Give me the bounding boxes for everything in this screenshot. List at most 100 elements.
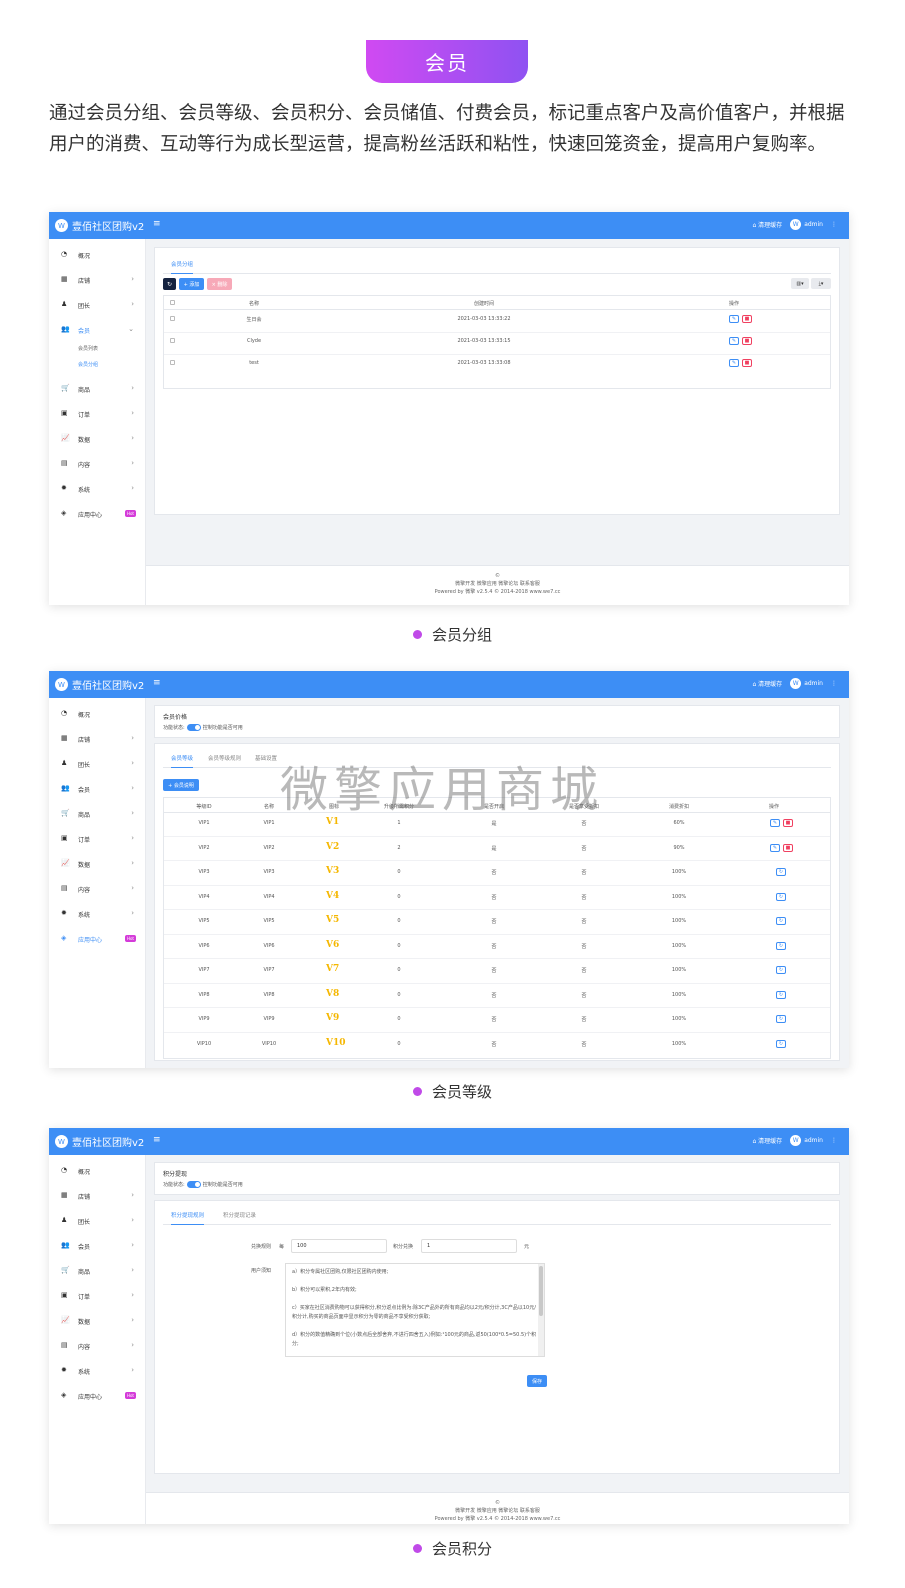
order-icon: ▣	[61, 1291, 68, 1299]
edit-icon[interactable]: ✎	[729, 337, 739, 345]
row-checkbox[interactable]	[170, 338, 175, 343]
level-open: 否	[491, 943, 497, 950]
sidebar-item[interactable]: ◔ 概况	[49, 246, 146, 266]
sidebar-item[interactable]: ▤ 内容 ›	[49, 880, 146, 900]
refresh-icon[interactable]: ↻	[776, 1015, 786, 1023]
more-icon[interactable]: ⋮	[831, 221, 837, 228]
sidebar-item[interactable]: 🛒 商品 ›	[49, 1262, 146, 1282]
hot-badge: Hot	[124, 510, 136, 517]
sidebar-item[interactable]: ♟ 团长 ›	[49, 296, 146, 316]
sidebar-item[interactable]: ▣ 订单 ›	[49, 1287, 146, 1307]
menu-toggle-icon[interactable]: ≡	[153, 219, 161, 229]
col-created: 创建时间	[473, 301, 494, 307]
tab-withdraw-records[interactable]: 积分提现记录	[223, 1211, 256, 1219]
clear-cache-button[interactable]: ⌂ 清理缓存	[752, 1136, 782, 1145]
sidebar-item[interactable]: ◈ 应用中心 Hot	[49, 930, 146, 950]
refresh-icon[interactable]: ↻	[776, 868, 786, 876]
tab-member-groups[interactable]: 会员分组	[171, 260, 194, 274]
admin-menu[interactable]: Wadmin	[790, 219, 823, 230]
refresh-icon[interactable]: ↻	[776, 990, 786, 999]
sidebar-item[interactable]: ▣ 订单 ›	[49, 405, 146, 425]
more-icon[interactable]: ⋮	[831, 1137, 837, 1144]
refresh-icon[interactable]: ↻	[776, 966, 786, 974]
sidebar-item[interactable]: ✹ 系统 ›	[49, 1362, 146, 1382]
clear-cache-button[interactable]: ⌂ 清理缓存	[752, 679, 782, 688]
refresh-icon[interactable]: ↻	[776, 941, 786, 950]
columns-toggle-icon[interactable]: ▥▾	[791, 278, 809, 289]
edit-icon[interactable]: ✎	[770, 843, 780, 852]
delete-icon[interactable]: ■	[783, 843, 793, 852]
sidebar-item-label: 商品	[78, 387, 91, 394]
sidebar-item[interactable]: 📈 数据 ›	[49, 430, 146, 450]
level-rate: 100%	[671, 869, 687, 875]
delete-icon[interactable]: ■	[742, 359, 752, 367]
sidebar-item[interactable]: 📈 数据 ›	[49, 1312, 146, 1332]
sidebar-item[interactable]: ◈ 应用中心 Hot	[49, 1387, 146, 1407]
sidebar-item[interactable]: ▦ 店铺 ›	[49, 271, 146, 291]
sidebar-item[interactable]: ◈ 应用中心 Hot	[49, 505, 146, 525]
status-toggle[interactable]	[186, 724, 201, 731]
sidebar-item[interactable]: ♟ 团长 ›	[49, 1212, 146, 1232]
delete-icon[interactable]: ■	[742, 337, 752, 345]
sidebar-subitem[interactable]: 会员列表	[78, 345, 98, 352]
sidebar-item[interactable]: 🛒 商品 ›	[49, 805, 146, 825]
sidebar-item[interactable]: ▦ 店铺 ›	[49, 1187, 146, 1207]
level-name: VIP2	[263, 844, 275, 851]
sidebar-item[interactable]: ◔ 概况	[49, 1162, 146, 1182]
add-button[interactable]: + 添加	[179, 278, 204, 290]
sidebar-item[interactable]: 🛒 商品 ›	[49, 380, 146, 400]
level-open: 否	[491, 1041, 497, 1048]
sidebar-item[interactable]: ▣ 订单 ›	[49, 830, 146, 850]
tab-basic-settings[interactable]: 基础设置	[255, 754, 277, 762]
sidebar-item[interactable]: ♟ 团长 ›	[49, 755, 146, 775]
brand[interactable]: W 壹佰社区团购v2	[55, 1134, 144, 1149]
status-toggle[interactable]	[186, 1181, 201, 1188]
select-all-checkbox[interactable]	[170, 300, 175, 305]
sidebar-item[interactable]: 👥 会员 ›	[49, 1237, 146, 1257]
save-button[interactable]: 保存	[527, 1375, 547, 1387]
more-icon[interactable]: ⋮	[831, 680, 837, 687]
sidebar-subitem[interactable]: 会员分组	[78, 361, 98, 368]
sidebar-item[interactable]: ◔ 概况	[49, 705, 146, 725]
points-input[interactable]: 100	[291, 1239, 387, 1253]
sidebar-item[interactable]: 👥 会员 ⌄	[49, 321, 146, 341]
brand[interactable]: W 壹佰社区团购v2	[55, 677, 144, 692]
delete-icon[interactable]: ■	[783, 819, 793, 827]
refresh-button[interactable]: ↻	[163, 278, 176, 290]
sidebar-item[interactable]: ▤ 内容 ›	[49, 455, 146, 475]
sidebar-item-label: 概况	[78, 253, 91, 260]
refresh-icon[interactable]: ↻	[776, 1039, 786, 1048]
refresh-icon[interactable]: ↻	[776, 892, 786, 901]
sidebar-item[interactable]: ▤ 内容 ›	[49, 1337, 146, 1357]
screenshot-member-levels: W 壹佰社区团购v2 ≡ ⌂ 清理缓存 Wadmin ⋮ ◔ 概况 ▦ 店铺 › ♟ 团长 › 👥…	[49, 671, 849, 1068]
scrollbar[interactable]	[538, 1264, 544, 1356]
edit-icon[interactable]: ✎	[729, 359, 739, 367]
admin-menu[interactable]: Wadmin	[790, 1135, 823, 1146]
sidebar-item[interactable]: ✹ 系统 ›	[49, 480, 146, 500]
delete-button[interactable]: × 删除	[207, 278, 232, 290]
menu-toggle-icon[interactable]: ≡	[153, 1135, 161, 1145]
clear-cache-button[interactable]: ⌂ 清理缓存	[752, 220, 782, 229]
money-input[interactable]: 1	[421, 1239, 517, 1253]
sidebar-item[interactable]: 👥 会员 ›	[49, 780, 146, 800]
row-checkbox[interactable]	[170, 316, 175, 321]
sidebar-item[interactable]: ▦ 店铺 ›	[49, 730, 146, 750]
notice-textarea[interactable]: a）积分专属社区团购,仅限社区团购内使用; b）积分可以累积,2年内有效; c）…	[285, 1263, 545, 1357]
tab-level-rules[interactable]: 会员等级规则	[208, 754, 241, 762]
level-id: VIP1	[198, 820, 210, 826]
brand[interactable]: W 壹佰社区团购v2	[55, 218, 144, 233]
tab-levels[interactable]: 会员等级	[171, 754, 194, 768]
row-checkbox[interactable]	[170, 360, 175, 365]
admin-menu[interactable]: Wadmin	[790, 678, 823, 689]
add-level-button[interactable]: + 会员说明	[163, 779, 199, 791]
export-icon[interactable]: ⤓▾	[811, 278, 831, 289]
tab-withdraw-rules[interactable]: 积分提现规则	[171, 1211, 205, 1225]
status-panel: 会员价格 功能状态: 控制功能是否可用	[154, 705, 840, 738]
sidebar-item[interactable]: ✹ 系统 ›	[49, 905, 146, 925]
delete-icon[interactable]: ■	[742, 315, 752, 323]
sidebar-item[interactable]: 📈 数据 ›	[49, 855, 146, 875]
menu-toggle-icon[interactable]: ≡	[153, 678, 161, 688]
edit-icon[interactable]: ✎	[770, 819, 780, 827]
edit-icon[interactable]: ✎	[729, 315, 739, 323]
refresh-icon[interactable]: ↻	[776, 917, 786, 925]
